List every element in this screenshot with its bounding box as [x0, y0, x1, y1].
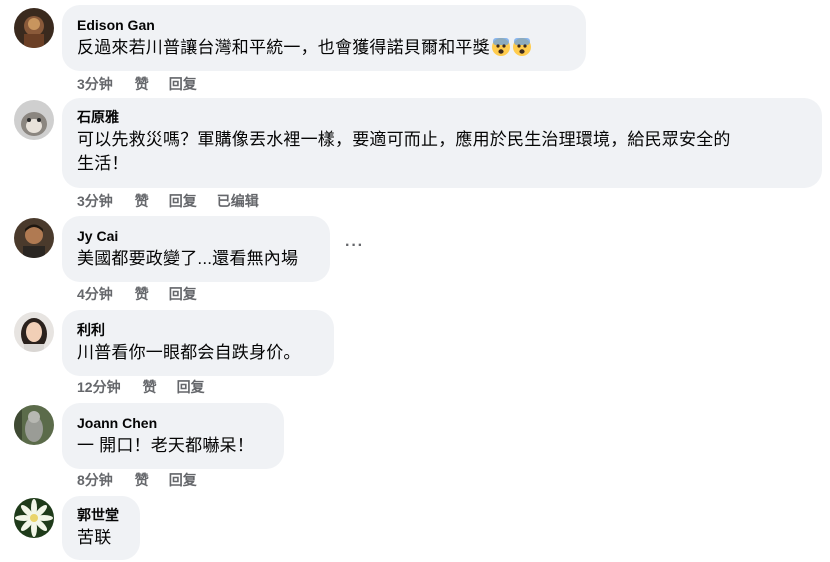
reply-button[interactable]: 回复	[169, 286, 197, 302]
comment-text: 苦联	[77, 528, 112, 547]
reply-button[interactable]: 回复	[169, 472, 197, 488]
comment-text: 美國都要政變了...還看無內場	[77, 249, 299, 268]
like-button[interactable]: 赞	[135, 193, 149, 209]
comment-author[interactable]: Edison Gan	[77, 16, 574, 34]
comment-bubble: Edison Gan 反過來若川普讓台灣和平統一，也會獲得諾貝爾和平獎	[62, 5, 586, 71]
reply-button[interactable]: 回复	[169, 193, 197, 209]
comment-text: 反過來若川普讓台灣和平統一，也會獲得諾貝爾和平獎	[77, 36, 574, 60]
reply-button[interactable]: 回复	[177, 379, 205, 395]
comment-actions: 4分钟 赞 回复	[77, 285, 217, 303]
comment-actions: 3分钟 赞 回复	[77, 75, 217, 93]
avatar[interactable]	[14, 100, 54, 140]
comment-bubble: 石原雅 可以先救災嗎？軍購像丟水裡一樣，要適可而止，應用於民生治理環境，給民眾安…	[62, 98, 822, 188]
avatar[interactable]	[14, 218, 54, 258]
comment-text: 可以先救災嗎？軍購像丟水裡一樣，要適可而止，應用於民生治理環境，給民眾安全的 生…	[77, 130, 731, 173]
avatar[interactable]	[14, 405, 54, 445]
like-button[interactable]: 赞	[135, 472, 149, 488]
comment-actions: 12分钟 赞 回复	[77, 378, 225, 396]
fearful-face-icon	[512, 38, 531, 56]
comment-author[interactable]: 石原雅	[77, 108, 810, 126]
comment-bubble: 利利 川普看你一眼都会自跌身价。	[62, 310, 334, 376]
like-button[interactable]: 赞	[135, 76, 149, 92]
comment-bubble: Jy Cai 美國都要政變了...還看無內場	[62, 216, 330, 282]
like-button[interactable]: 赞	[143, 379, 157, 395]
reply-button[interactable]: 回复	[169, 76, 197, 92]
comment-timestamp[interactable]: 8分钟	[77, 472, 113, 488]
comment-author[interactable]: 郭世堂	[77, 506, 128, 524]
comment-bubble: 郭世堂 苦联	[62, 496, 140, 560]
comment-timestamp[interactable]: 3分钟	[77, 193, 113, 209]
comment-actions: 8分钟 赞 回复	[77, 471, 217, 489]
comment-timestamp[interactable]: 4分钟	[77, 286, 113, 302]
comment-author[interactable]: Joann Chen	[77, 414, 272, 432]
comment-actions: 3分钟 赞 回复 已编辑	[77, 192, 279, 210]
fearful-face-icon	[491, 38, 510, 56]
edited-label[interactable]: 已编辑	[217, 193, 259, 209]
avatar[interactable]	[14, 498, 54, 538]
comment-timestamp[interactable]: 12分钟	[77, 379, 121, 395]
comment-author[interactable]: Jy Cai	[77, 227, 318, 245]
comment-text: 川普看你一眼都会自跌身价。	[77, 343, 301, 362]
avatar[interactable]	[14, 312, 54, 352]
like-button[interactable]: 赞	[135, 286, 149, 302]
comment-author[interactable]: 利利	[77, 321, 322, 339]
avatar[interactable]	[14, 8, 54, 48]
comment-bubble: Joann Chen 一 開口！老天都嚇呆！	[62, 403, 284, 469]
comment-timestamp[interactable]: 3分钟	[77, 76, 113, 92]
more-options-button[interactable]: ···	[345, 237, 364, 255]
comment-text: 一 開口！老天都嚇呆！	[77, 436, 254, 455]
